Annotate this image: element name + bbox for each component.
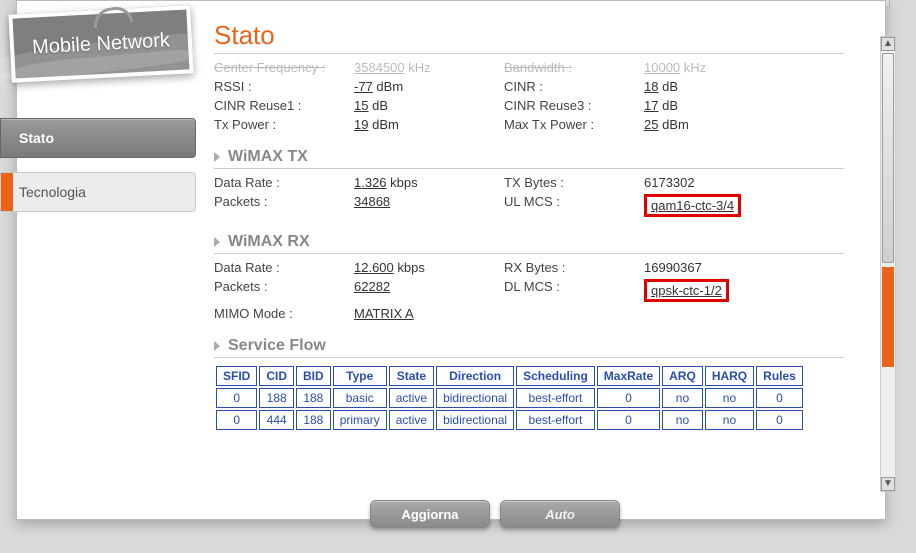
sidebar-item-label: Stato [19,130,54,146]
table-cell: 0 [597,410,660,430]
rx-packets-value: 62282 [354,279,504,302]
rx-datarate-label: Data Rate : [214,260,354,275]
table-cell: 444 [259,410,294,430]
scroll-up-icon[interactable]: ▲ [881,37,895,51]
sidebar-item-stato[interactable]: Stato [0,118,196,158]
tx-datarate-value: 1.326 kbps [354,175,504,190]
cinr-value: 18 dB [644,79,794,94]
cinr-r1-value: 15 dB [354,98,504,113]
sidebar-item-tecnologia[interactable]: Tecnologia [0,172,196,212]
rx-datarate-value: 12.600 kbps [354,260,504,275]
tx-bytes-value: 6173302 [644,175,794,190]
mimo-label: MIMO Mode : [214,306,354,321]
vertical-scrollbar[interactable]: ▲ ▼ [880,36,896,492]
table-cell: active [389,410,434,430]
table-cell: basic [333,388,387,408]
table-header: Direction [436,366,514,386]
table-header: CID [259,366,294,386]
table-cell: 0 [216,410,257,430]
section-title: WiMAX TX [228,148,308,166]
auto-button[interactable]: Auto [500,500,620,528]
table-cell: primary [333,410,387,430]
cinr-r3-label: CINR Reuse3 : [504,98,644,113]
table-row: 0444188primaryactivebidirectionalbest-ef… [216,410,803,430]
table-header: MaxRate [597,366,660,386]
section-wimax-rx: WiMAX RX [214,233,864,251]
table-header: HARQ [705,366,754,386]
table-row: 0188188basicactivebidirectionalbest-effo… [216,388,803,408]
refresh-button[interactable]: Aggiorna [370,500,490,528]
section-title: WiMAX RX [228,233,310,251]
tx-packets-label: Packets : [214,194,354,217]
table-header: ARQ [662,366,703,386]
cinr-label: CINR : [504,79,644,94]
table-cell: bidirectional [436,388,514,408]
table-header: Type [333,366,387,386]
rx-packets-label: Packets : [214,279,354,302]
txpower-value: 19 dBm [354,117,504,132]
table-cell: no [705,388,754,408]
cinr-r1-label: CINR Reuse1 : [214,98,354,113]
ulmcs-value: qam16-ctc-3/4 [644,194,794,217]
table-cell: no [705,410,754,430]
maxtx-value: 25 dBm [644,117,794,132]
table-cell: bidirectional [436,410,514,430]
mimo-value: MATRIX A [354,306,504,321]
dlmcs-value: qpsk-ctc-1/2 [644,279,794,302]
sidebar-item-label: Tecnologia [19,184,86,200]
table-cell: 188 [296,388,331,408]
section-service-flow: Service Flow [214,337,864,355]
table-cell: 0 [597,388,660,408]
ulmcs-label: UL MCS : [504,194,644,217]
arrow-right-icon [214,237,220,247]
txpower-label: Tx Power : [214,117,354,132]
arrow-right-icon [214,152,220,162]
center-freq-label: Center Frequency : [214,60,354,75]
table-header: State [389,366,434,386]
table-cell: 188 [296,410,331,430]
rx-bytes-value: 16990367 [644,260,794,275]
tx-packets-value: 34868 [354,194,504,217]
table-header: BID [296,366,331,386]
scroll-down-icon[interactable]: ▼ [881,477,895,491]
table-cell: no [662,410,703,430]
arrow-right-icon [214,341,220,351]
tx-bytes-label: TX Bytes : [504,175,644,190]
cinr-r3-value: 17 dB [644,98,794,113]
sidebar: Stato Tecnologia [0,118,196,226]
main-content: Stato Center Frequency : 3584500 kHz Ban… [214,20,864,490]
section-wimax-tx: WiMAX TX [214,148,864,166]
table-cell: best-effort [516,388,595,408]
table-cell: 188 [259,388,294,408]
brand-text: Mobile Network [32,29,171,59]
table-cell: 0 [756,410,803,430]
section-title: Service Flow [228,337,326,355]
center-freq-value: 3584500 kHz [354,60,504,75]
tx-datarate-label: Data Rate : [214,175,354,190]
bandwidth-label: Bandwidth : [504,60,644,75]
scrollbar-thumb[interactable] [882,53,894,263]
table-cell: 0 [216,388,257,408]
bandwidth-value: 10000 kHz [644,60,794,75]
button-row: Aggiorna Auto [370,500,620,528]
rssi-value: -77 dBm [354,79,504,94]
brand-tag: Mobile Network [8,5,193,82]
dlmcs-label: DL MCS : [504,279,644,302]
table-cell: best-effort [516,410,595,430]
maxtx-label: Max Tx Power : [504,117,644,132]
table-cell: active [389,388,434,408]
table-cell: 0 [756,388,803,408]
rssi-label: RSSI : [214,79,354,94]
service-flow-table: SFIDCIDBIDTypeStateDirectionSchedulingMa… [214,364,805,432]
rx-bytes-label: RX Bytes : [504,260,644,275]
table-cell: no [662,388,703,408]
table-header: Scheduling [516,366,595,386]
table-header: Rules [756,366,803,386]
table-header: SFID [216,366,257,386]
page-title: Stato [214,20,864,51]
scrollbar-marker [882,267,894,367]
